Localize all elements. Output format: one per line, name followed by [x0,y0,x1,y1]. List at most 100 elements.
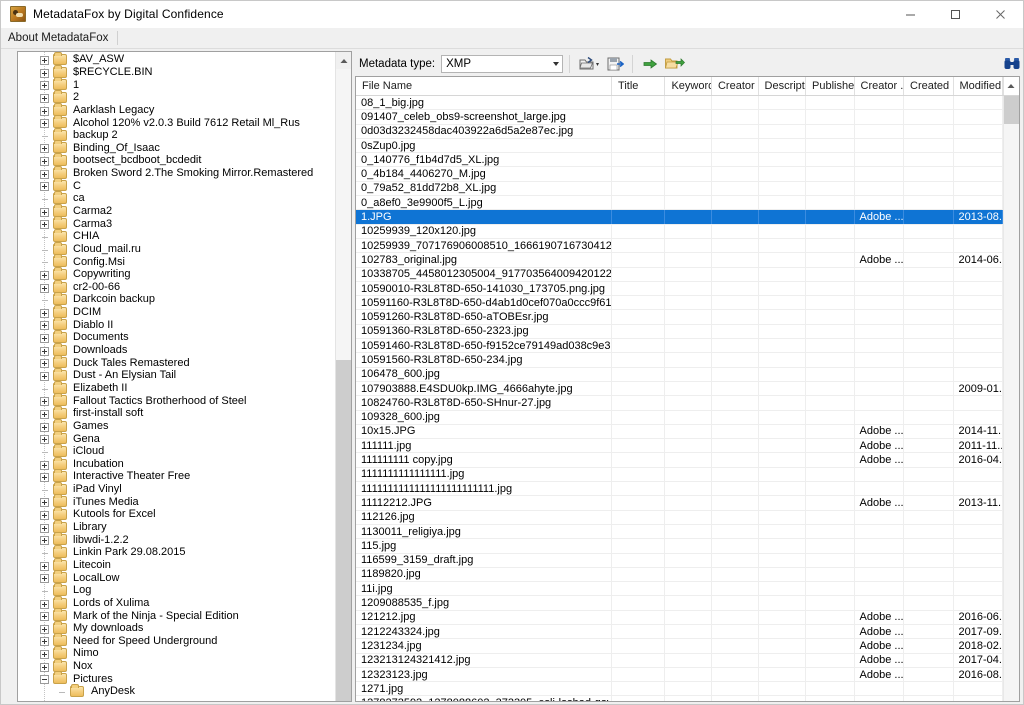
table-row[interactable]: 107903888.E4SDU0kp.IMG_4666ahyte.jpg 2009… [356,381,1003,397]
expand-icon[interactable] [40,536,49,546]
tree-item[interactable]: $RECYCLE.BIN [18,64,335,79]
table-row[interactable]: 091407_celeb_obs9-screenshot_large.jpg [356,110,1003,125]
expand-icon[interactable] [40,321,49,331]
table-row[interactable]: 12323123.jpg Adobe ... 2016-08... [356,667,1003,683]
tree-item[interactable]: ca [18,191,335,205]
expand-icon[interactable] [40,346,49,356]
table-row[interactable]: 0_79a52_81dd72b8_XL.jpg [356,181,1003,197]
folder-tree[interactable]: $AV_ASW $RECYCLE.BIN 1 2 Aarklash Legacy Alco… [18,52,335,701]
table-row[interactable]: 1231234.jpg Adobe ... 2018-02... [356,639,1003,654]
tree-item[interactable]: 1 [18,77,335,91]
table-row[interactable]: 10338705_4458012305004_91770356400942012… [356,267,1003,282]
tree-item[interactable]: Log [18,582,335,597]
save-metadata-button[interactable] [604,53,626,74]
expand-icon[interactable] [40,144,49,154]
table-row[interactable]: 11112212.JPG Adobe ... 2013-11... [356,496,1003,511]
table-row[interactable]: 11i.jpg [356,582,1003,597]
tree-item[interactable]: first-install soft [18,405,335,420]
table-row[interactable]: 123213124321412.jpg Adobe ... 2017-04... [356,653,1003,668]
column-header-created[interactable]: Created [904,77,954,95]
tree-item[interactable]: Cloud_mail.ru [18,241,335,256]
column-header-modified[interactable]: Modified [953,77,1003,95]
tree-item[interactable]: Pictures [18,671,335,685]
expand-icon[interactable] [40,169,49,179]
expand-icon[interactable] [40,498,49,508]
table-row[interactable]: 109328_600.jpg [356,410,1003,425]
tree-item[interactable]: Aarklash Legacy [18,102,335,117]
tree-item[interactable]: CHIA [18,228,335,243]
expand-icon[interactable] [40,56,49,65]
column-header-publisher[interactable]: Publisher [806,77,855,95]
table-row[interactable]: 106478_600.jpg [356,367,1003,382]
open-folder-dropdown-button[interactable] [576,53,604,74]
expand-icon[interactable] [40,308,49,318]
expand-icon[interactable] [40,119,49,129]
table-row[interactable]: 08_1_big.jpg [356,96,1003,111]
table-row[interactable]: 111111.jpg Adobe ... 2011-11... [356,439,1003,454]
tree-item[interactable]: Downloads [18,342,335,357]
tree-item[interactable]: iTunes Media [18,494,335,508]
tree-item[interactable]: Documents [18,330,335,344]
tree-item[interactable]: Gena [18,431,335,445]
tree-item[interactable]: Elizabeth II [18,380,335,395]
table-row[interactable]: 0_140776_f1b4d7d5_XL.jpg [356,153,1003,168]
collapse-icon[interactable] [40,675,49,685]
tree-item[interactable]: Kutools for Excel [18,507,335,521]
table-row[interactable]: 1212243324.jpg Adobe ... 2017-09... [356,624,1003,640]
expand-icon[interactable] [40,422,49,432]
find-button[interactable] [1001,53,1023,74]
table-row[interactable]: 10591560-R3L8T8D-650-234.jpg [356,353,1003,368]
column-header-creator-tool[interactable]: Creator ... [854,77,905,95]
expand-icon[interactable] [40,220,49,230]
expand-icon[interactable] [40,283,49,293]
expand-icon[interactable] [40,68,49,78]
table-row[interactable]: 1189820.jpg [356,567,1003,583]
column-header-file-name[interactable]: File Name [356,77,613,95]
expand-icon[interactable] [40,650,49,660]
table-row[interactable]: 121212.jpg Adobe ... 2016-06... [356,610,1003,625]
tree-item[interactable]: Lords of Xulima [18,595,335,610]
apply-green-arrow-button[interactable] [639,53,661,74]
tree-item[interactable]: iPad Vinyl [18,481,335,496]
tree-item[interactable]: Dust - An Elysian Tail [18,368,335,382]
close-button[interactable] [978,0,1023,28]
tree-item[interactable]: DCIM [18,304,335,319]
grid-scroll-track[interactable] [1004,96,1019,701]
expand-icon[interactable] [40,106,49,116]
expand-icon[interactable] [40,523,49,533]
tree-item[interactable]: Broken Sword 2.The Smoking Mirror.Remast… [18,165,335,180]
table-row[interactable]: 0_4b184_4406270_M.jpg [356,167,1003,182]
table-row[interactable]: 112126.jpg [356,510,1003,525]
grid-vertical-scrollbar[interactable] [1003,96,1019,701]
tree-item[interactable]: backup 2 [18,127,335,142]
table-row[interactable]: 10590010-R3L8T8D-650-141030_173705.png.j… [356,281,1003,297]
table-row[interactable]: 1209088535_f.jpg [356,596,1003,611]
table-row[interactable]: 1.JPG Adobe ... 2013-08... [356,210,1003,225]
tree-item[interactable]: Need for Speed Underground [18,633,335,647]
tree-item[interactable]: cr2-00-66 [18,279,335,294]
table-row[interactable]: 0sZup0.jpg [356,138,1003,154]
tree-item[interactable]: Games [18,418,335,433]
tree-item[interactable]: Carma3 [18,216,335,230]
expand-icon[interactable] [40,624,49,634]
expand-icon[interactable] [40,81,49,91]
column-header-title[interactable]: Title [612,77,666,95]
expand-icon[interactable] [40,207,49,217]
tree-item[interactable]: Interactive Theater Free [18,469,335,483]
table-row[interactable]: 116599_3159_draft.jpg [356,553,1003,568]
table-row[interactable]: 0_a8ef0_3e9900f5_L.jpg [356,196,1003,211]
tree-item[interactable]: Copywriting [18,266,335,281]
expand-icon[interactable] [40,599,49,609]
tree-item[interactable]: Diablo II [18,317,335,331]
tree-item[interactable]: libwdi-1.2.2 [18,532,335,546]
tree-item[interactable]: Incubation [18,456,335,471]
tree-item[interactable]: Litecoin [18,557,335,572]
column-header-keywords[interactable]: Keywords [665,77,712,95]
tree-item[interactable]: Nox [18,658,335,673]
tree-item[interactable]: Darkcoin backup [18,292,335,306]
expand-icon[interactable] [40,511,49,521]
table-row[interactable]: 10591260-R3L8T8D-650-aTOBEsr.jpg [356,310,1003,325]
table-row[interactable]: 10824760-R3L8T8D-650-SHnur-27.jpg [356,396,1003,411]
tree-item[interactable]: bootsect_bcdboot_bcdedit [18,153,335,167]
tree-item[interactable]: Nimo [18,646,335,660]
